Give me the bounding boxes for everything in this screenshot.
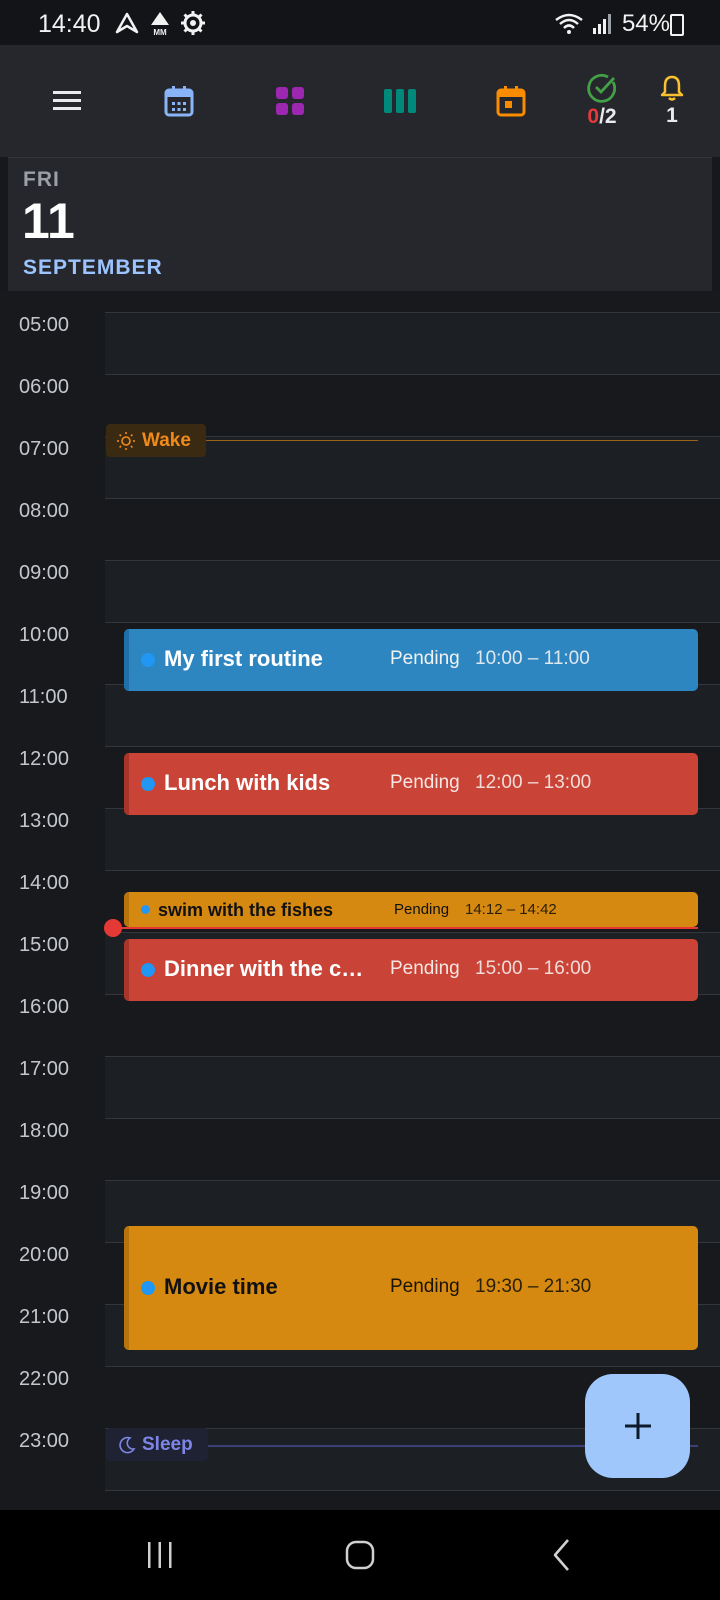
hour-label: 12:00: [19, 748, 70, 770]
recent-apps-button[interactable]: [130, 1530, 190, 1580]
top-toolbar: 0/2 1: [0, 45, 720, 157]
event-time: 15:00 – 16:00: [475, 958, 592, 979]
hour-label: 09:00: [19, 562, 70, 584]
back-button[interactable]: [532, 1530, 592, 1580]
tasks-progress-button[interactable]: 0/2: [572, 45, 632, 157]
event-status: Pending: [390, 772, 460, 793]
hour-row[interactable]: [105, 312, 720, 374]
wake-line: [206, 440, 698, 441]
columns-view-icon: [384, 89, 416, 113]
back-icon: [553, 1539, 569, 1571]
hour-row[interactable]: [105, 808, 720, 870]
moon-icon: [119, 1436, 136, 1453]
alerts-button[interactable]: 1: [642, 45, 702, 157]
hour-row[interactable]: [105, 1056, 720, 1118]
event-card[interactable]: Lunch with kids Pending 12:00 – 13:00: [124, 753, 698, 815]
add-event-button[interactable]: [585, 1374, 690, 1478]
bell-icon: [660, 75, 684, 101]
date-header: FRI 11 SEPTEMBER: [8, 157, 712, 291]
grid-apps-icon: [276, 87, 304, 115]
hour-label: 18:00: [19, 1120, 70, 1142]
hour-label: 19:00: [19, 1182, 70, 1204]
wifi-icon: [555, 13, 583, 34]
event-card[interactable]: swim with the fishes Pending 14:12 – 14:…: [124, 892, 698, 927]
menu-icon: [53, 91, 81, 110]
sleep-marker[interactable]: Sleep: [106, 1428, 208, 1461]
event-card[interactable]: My first routine Pending 10:00 – 11:00: [124, 629, 698, 691]
settings-gear-icon: [181, 11, 205, 35]
sun-icon: [117, 431, 135, 450]
hour-label: 16:00: [19, 996, 70, 1018]
day-timeline[interactable]: 05:00 06:00 07:00 08:00 09:00 10:00 11:0…: [0, 291, 720, 1510]
month-name: SEPTEMBER: [23, 256, 163, 279]
hour-label: 07:00: [19, 438, 70, 460]
event-icon: [496, 86, 526, 117]
event-title: Dinner with the c…: [164, 956, 364, 981]
wake-label: Wake: [142, 429, 191, 451]
calendar-day-icon: [164, 86, 194, 117]
event-time: 14:12 – 14:42: [465, 901, 557, 918]
event-title: Movie time: [164, 1274, 278, 1299]
signal-icon: [592, 14, 611, 34]
home-button[interactable]: [330, 1530, 390, 1580]
hour-row[interactable]: [105, 560, 720, 622]
tasks-counter: 0/2: [587, 105, 617, 128]
hour-label: 05:00: [19, 314, 70, 336]
hour-label: 22:00: [19, 1368, 70, 1390]
grid-view-button[interactable]: [260, 45, 320, 157]
hour-label: 08:00: [19, 500, 70, 522]
event-status: Pending: [390, 1276, 460, 1297]
event-status: Pending: [390, 648, 460, 669]
event-time: 12:00 – 13:00: [475, 772, 592, 793]
hour-label: 20:00: [19, 1244, 70, 1266]
navigation-arrow-icon: [115, 12, 139, 34]
event-status: Pending: [390, 958, 460, 979]
hour-label: 10:00: [19, 624, 70, 646]
alerts-counter: 1: [666, 104, 678, 127]
current-time-dot: [104, 919, 122, 937]
event-dot: [141, 653, 155, 667]
hour-label: 13:00: [19, 810, 70, 832]
day-number: 11: [22, 193, 75, 249]
check-circle-icon: [587, 73, 617, 103]
hour-row[interactable]: [105, 684, 720, 746]
hour-label: 21:00: [19, 1306, 70, 1328]
event-time: 10:00 – 11:00: [475, 648, 590, 669]
event-view-button[interactable]: [481, 45, 541, 157]
svg-text:MM: MM: [153, 28, 167, 36]
day-of-week: FRI: [23, 168, 60, 191]
columns-view-button[interactable]: [370, 45, 430, 157]
current-time-line: [112, 927, 698, 929]
plus-icon: [624, 1413, 651, 1439]
event-title: Lunch with kids: [164, 770, 331, 795]
recent-apps-icon: [148, 1542, 172, 1568]
event-dot: [141, 905, 150, 914]
event-title: My first routine: [164, 646, 323, 671]
battery-percent: 54%: [621, 10, 670, 37]
hour-label: 23:00: [19, 1430, 70, 1452]
event-dot: [141, 777, 155, 791]
event-dot: [141, 963, 155, 977]
event-dot: [141, 1281, 155, 1295]
system-nav-bar: [0, 1510, 720, 1600]
mm-alert-icon: MM: [151, 12, 169, 36]
event-status: Pending: [394, 901, 450, 918]
hour-label: 14:00: [19, 872, 70, 894]
hour-label: 17:00: [19, 1058, 70, 1080]
home-icon: [345, 1540, 375, 1570]
wake-marker[interactable]: Wake: [106, 424, 206, 457]
hour-label: 06:00: [19, 376, 70, 398]
sleep-label: Sleep: [142, 1433, 193, 1455]
day-view-button[interactable]: [149, 45, 209, 157]
event-time: 19:30 – 21:30: [475, 1276, 592, 1297]
event-title: swim with the fishes: [158, 900, 334, 920]
hour-label: 15:00: [19, 934, 70, 956]
hour-label: 11:00: [19, 686, 68, 708]
status-time: 14:40: [38, 10, 101, 38]
event-card[interactable]: Movie time Pending 19:30 – 21:30: [124, 1226, 698, 1350]
menu-button[interactable]: [37, 45, 97, 157]
status-bar: 14:40 MM 54%: [0, 0, 720, 45]
event-card[interactable]: Dinner with the c… Pending 15:00 – 16:00: [124, 939, 698, 1001]
battery-charging-icon: [670, 14, 684, 36]
